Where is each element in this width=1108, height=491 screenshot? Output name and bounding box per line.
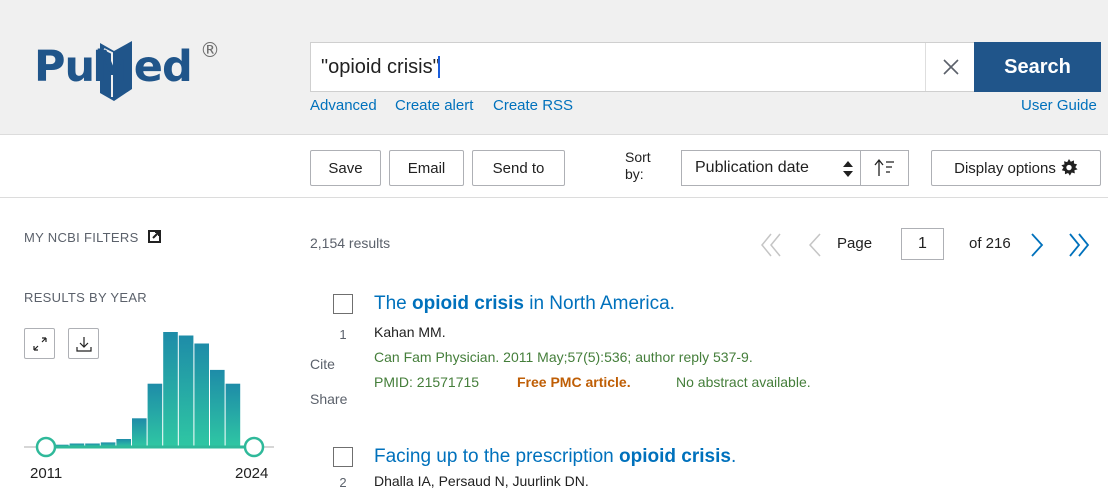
year-end-label: 2024 — [235, 465, 269, 482]
sort-select[interactable]: Publication date — [681, 150, 861, 186]
sort-value: Publication date — [695, 159, 809, 176]
page-label: Page — [837, 235, 873, 252]
logo-med: Med — [92, 42, 193, 92]
previous-page-icon[interactable] — [808, 232, 822, 258]
first-page-icon[interactable] — [760, 232, 782, 258]
search-button[interactable]: Search — [974, 42, 1101, 92]
result-pmid: PMID: 21571715 — [374, 374, 480, 390]
results-toolbar: Save Email Send to Sort by: Publication … — [0, 135, 1108, 198]
registered-mark: ® — [200, 38, 220, 62]
next-page-icon[interactable] — [1030, 232, 1044, 258]
sort-order-icon — [873, 158, 894, 176]
no-abstract-note: No abstract available. — [676, 374, 811, 390]
slider-handle-start[interactable] — [35, 436, 57, 458]
result-citation: Can Fam Physician. 2011 May;57(5):536; a… — [374, 349, 753, 365]
histogram-bar[interactable] — [225, 383, 241, 447]
close-icon — [942, 59, 959, 75]
email-button[interactable]: Email — [389, 150, 464, 186]
result-number: 2 — [339, 475, 347, 490]
slider-handle-end[interactable] — [243, 436, 265, 458]
clear-search-button[interactable] — [925, 43, 975, 91]
histogram-bar[interactable] — [178, 335, 194, 448]
result-checkbox[interactable] — [333, 447, 353, 467]
histogram-bar[interactable] — [210, 369, 225, 447]
header: Pub Med ® Search Advanced Create alert C… — [0, 0, 1108, 135]
create-rss-link[interactable]: Create RSS — [493, 97, 573, 114]
advanced-link[interactable]: Advanced — [310, 97, 377, 114]
my-ncbi-filters-link[interactable]: MY NCBI FILTERS — [24, 230, 162, 245]
text-caret — [438, 56, 440, 78]
external-link-icon — [148, 230, 162, 243]
last-page-icon[interactable] — [1068, 232, 1090, 258]
result-authors: Kahan MM. — [374, 324, 446, 340]
sort-by-label: Sort by: — [625, 149, 651, 182]
year-start-label: 2011 — [30, 465, 63, 482]
send-to-button[interactable]: Send to — [472, 150, 565, 186]
display-options-label: Display options — [954, 159, 1056, 177]
title-highlight: opioid crisis — [412, 293, 524, 314]
results-count: 2,154 results — [310, 235, 391, 251]
gear-icon — [1061, 159, 1078, 176]
results-by-year-histogram[interactable] — [24, 320, 274, 460]
title-text: . — [730, 446, 737, 467]
title-text: Facing up to the prescription — [374, 446, 620, 467]
free-pmc-badge[interactable]: Free PMC article. — [517, 374, 631, 390]
my-ncbi-filters-label: MY NCBI FILTERS — [24, 230, 139, 245]
sort-order-button[interactable] — [861, 150, 909, 186]
result-title-link[interactable]: Facing up to the prescription opioid cri… — [374, 446, 736, 468]
page-total: of 216 — [969, 235, 1011, 252]
search-box — [310, 42, 974, 92]
title-text: The — [374, 293, 413, 314]
histogram-bar[interactable] — [132, 418, 147, 448]
title-text: in North America. — [523, 293, 675, 314]
result-number: 1 — [339, 327, 347, 342]
histogram-bar[interactable] — [194, 343, 209, 448]
title-highlight: opioid crisis — [619, 446, 731, 467]
pubmed-logo[interactable]: Pub Med ® — [34, 36, 274, 108]
result-checkbox[interactable] — [333, 294, 353, 314]
user-guide-link[interactable]: User Guide — [1021, 97, 1097, 114]
page-number-input[interactable]: 1 — [901, 228, 944, 260]
save-button[interactable]: Save — [310, 150, 381, 186]
display-options-button[interactable]: Display options — [931, 150, 1101, 186]
share-button[interactable]: Share — [310, 391, 347, 407]
search-input[interactable] — [321, 43, 921, 91]
results-by-year-title: RESULTS BY YEAR — [24, 290, 147, 305]
result-title-link[interactable]: The opioid crisis in North America. — [374, 293, 675, 315]
result-authors: Dhalla IA, Persaud N, Juurlink DN. — [374, 473, 589, 489]
histogram-bar[interactable] — [147, 383, 163, 447]
create-alert-link[interactable]: Create alert — [395, 97, 473, 114]
histogram-bar[interactable] — [163, 332, 178, 447]
cite-button[interactable]: Cite — [310, 356, 335, 372]
select-arrows-icon — [843, 161, 853, 177]
